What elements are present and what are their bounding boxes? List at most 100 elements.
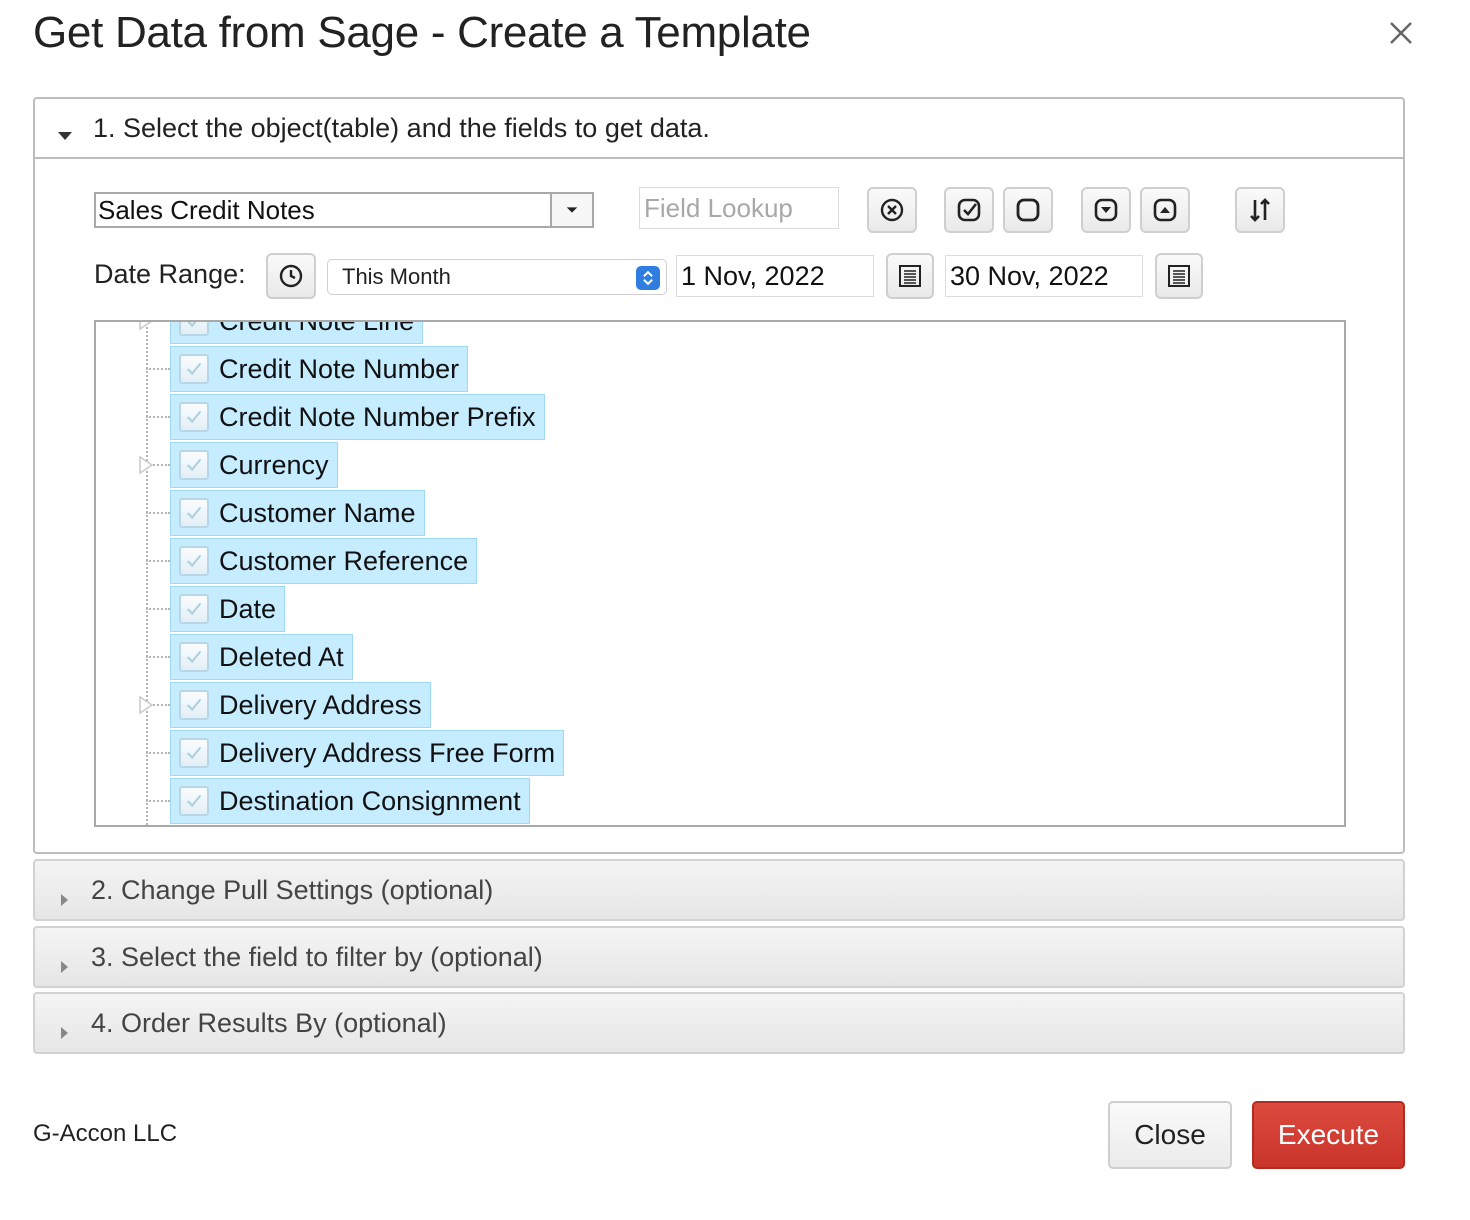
section-4-header[interactable]: 4. Order Results By (optional) [33, 992, 1405, 1054]
square-caret-down-icon [1094, 198, 1118, 222]
section-3-title: 3. Select the field to filter by (option… [91, 941, 543, 972]
tree-item[interactable]: Currency [139, 441, 338, 489]
sort-arrows-icon [1250, 198, 1270, 222]
tree-branch-line [146, 368, 170, 370]
tree-node[interactable]: Deleted At [170, 634, 353, 680]
checkbox-checked-icon[interactable] [179, 450, 209, 480]
tree-node[interactable]: Delivery Address Free Form [170, 730, 565, 776]
date-range-clock-button[interactable] [266, 253, 316, 299]
tree-node-label: Currency [219, 449, 329, 480]
expand-arrow-icon[interactable] [138, 455, 154, 475]
tree-item[interactable]: Customer Name [146, 489, 425, 537]
clock-icon [279, 264, 303, 288]
date-range-label: Date Range: [94, 259, 246, 289]
date-range-preset-select[interactable]: This Month [327, 259, 667, 295]
sort-button[interactable] [1235, 187, 1285, 233]
tree-node-label: Deleted At [219, 641, 344, 672]
section-1-title: 1. Select the object(table) and the fiel… [93, 112, 710, 143]
tree-branch-line [146, 800, 170, 802]
tree-node-label: Customer Name [219, 497, 416, 528]
calendar-icon [1168, 265, 1190, 287]
tree-branch-line [146, 656, 170, 658]
square-caret-up-icon [1153, 198, 1177, 222]
expand-arrow-icon[interactable] [138, 695, 154, 715]
checkbox-checked-icon[interactable] [179, 642, 209, 672]
tree-node-label: Credit Note Number [219, 353, 460, 384]
checkbox-checked-icon[interactable] [179, 322, 209, 336]
tree-node[interactable]: Credit Note Number [170, 346, 469, 392]
caret-right-icon [57, 883, 71, 906]
tree-node-label: Credit Note Line [219, 320, 415, 336]
checkbox-checked-icon[interactable] [179, 690, 209, 720]
section-1-header[interactable]: 1. Select the object(table) and the fiel… [35, 99, 1403, 159]
select-all-button[interactable] [944, 187, 994, 233]
tree-branch-line [146, 416, 170, 418]
object-select[interactable]: Sales Credit Notes [94, 192, 594, 228]
tree-node-label: Date [219, 593, 277, 624]
start-date-input[interactable]: 1 Nov, 2022 [676, 255, 874, 297]
caret-right-icon [57, 950, 71, 973]
brand-label: G-Accon LLC [33, 1120, 178, 1147]
tree-item[interactable]: Delivery Address Free Form [146, 729, 565, 777]
start-date-calendar-button[interactable] [886, 253, 934, 299]
section-4-title: 4. Order Results By (optional) [91, 1007, 447, 1038]
tree-node[interactable]: Credit Note Number Prefix [170, 394, 545, 440]
tree-branch-line [146, 752, 170, 754]
tree-node[interactable]: Destination Consignment [170, 778, 530, 824]
checkbox-checked-icon[interactable] [179, 786, 209, 816]
execute-button[interactable]: Execute [1252, 1101, 1405, 1169]
checkbox-checked-icon[interactable] [179, 354, 209, 384]
tree-node[interactable]: Date [170, 586, 286, 632]
tree-item[interactable]: Credit Note Line [139, 320, 424, 345]
end-date-calendar-button[interactable] [1155, 253, 1203, 299]
clear-button[interactable] [867, 187, 917, 233]
checkbox-checked-icon[interactable] [179, 738, 209, 768]
tree-node-label: Delivery Address Free Form [219, 737, 556, 768]
tree-node[interactable]: Currency [170, 442, 338, 488]
end-date-input[interactable]: 30 Nov, 2022 [945, 255, 1143, 297]
tree-node[interactable]: Credit Note Line [170, 320, 424, 344]
tree-item[interactable]: Date [146, 585, 286, 633]
tree-node-label: Customer Reference [219, 545, 469, 576]
date-range-preset-value: This Month [342, 264, 451, 289]
tree-node[interactable]: Customer Name [170, 490, 425, 536]
tree-item[interactable]: Delivery Address [139, 681, 431, 729]
close-icon[interactable] [1380, 12, 1422, 54]
tree-branch-line [146, 512, 170, 514]
dialog-title: Get Data from Sage - Create a Template [33, 8, 811, 57]
caret-right-icon [57, 1016, 71, 1039]
dropdown-arrow-icon[interactable] [550, 194, 592, 226]
checkbox-checked-icon[interactable] [179, 498, 209, 528]
field-lookup-input[interactable] [639, 187, 839, 229]
check-square-icon [957, 198, 981, 222]
object-select-value: Sales Credit Notes [98, 194, 315, 225]
tree-node-label: Delivery Address [219, 689, 422, 720]
tree-node[interactable]: Delivery Address [170, 682, 431, 728]
expand-all-button[interactable] [1081, 187, 1131, 233]
tree-item[interactable]: Deleted At [146, 633, 353, 681]
tree-item[interactable]: Credit Note Number [146, 345, 469, 393]
select-spinner-icon [636, 266, 660, 290]
checkbox-checked-icon[interactable] [179, 546, 209, 576]
clear-circle-icon [880, 198, 904, 222]
tree-node[interactable]: Customer Reference [170, 538, 478, 584]
section-select-object: 1. Select the object(table) and the fiel… [33, 97, 1405, 854]
section-2-header[interactable]: 2. Change Pull Settings (optional) [33, 859, 1405, 921]
fields-tree[interactable]: Credit Note Line Credit Note Number Credit… [94, 320, 1346, 827]
checkbox-checked-icon[interactable] [179, 594, 209, 624]
tree-branch-line [146, 560, 170, 562]
tree-node-label: Destination Consignment [219, 785, 521, 816]
tree-item[interactable]: Credit Note Number Prefix [146, 393, 545, 441]
tree-node-label: Credit Note Number Prefix [219, 401, 536, 432]
tree-item[interactable]: Customer Reference [146, 537, 478, 585]
checkbox-checked-icon[interactable] [179, 402, 209, 432]
caret-down-icon [57, 120, 73, 140]
empty-square-icon [1016, 198, 1040, 222]
deselect-all-button[interactable] [1003, 187, 1053, 233]
section-3-header[interactable]: 3. Select the field to filter by (option… [33, 926, 1405, 988]
collapse-all-button[interactable] [1140, 187, 1190, 233]
section-2-title: 2. Change Pull Settings (optional) [91, 874, 494, 905]
expand-arrow-icon[interactable] [138, 322, 154, 331]
tree-item[interactable]: Destination Consignment [146, 777, 530, 825]
close-button[interactable]: Close [1108, 1101, 1232, 1169]
